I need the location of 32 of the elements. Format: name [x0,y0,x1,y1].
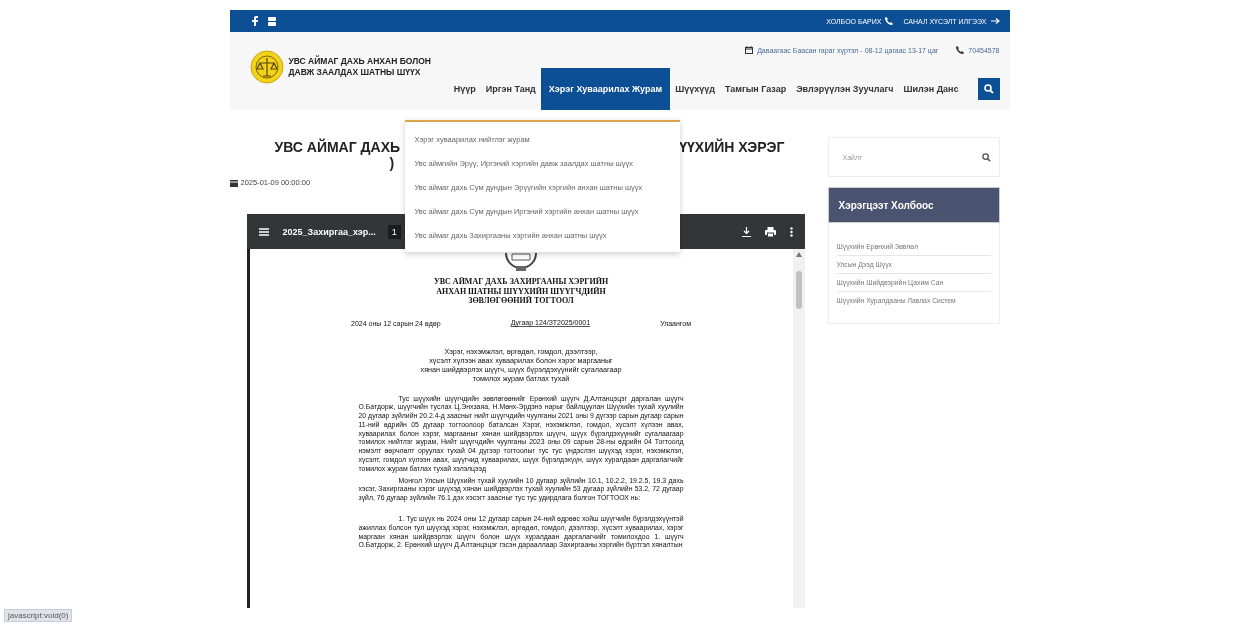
search-button[interactable] [977,78,1000,100]
article-title: ) [389,155,395,171]
article-title: ҮҮХИЙН ХЭРЭГ [679,139,785,155]
download-icon[interactable] [741,226,751,237]
phone-icon [956,46,965,54]
nav-item[interactable]: Шилэн Данс [898,68,964,110]
more-icon[interactable] [789,226,793,237]
page-number-field[interactable]: 1 [387,224,401,239]
phone-icon [885,17,894,25]
emblem-icon [505,253,537,271]
nav-item[interactable]: Нүүр [448,68,481,110]
menu-icon[interactable] [258,227,269,236]
scroll-up-arrow-icon[interactable] [795,252,802,257]
nav-item[interactable]: Хэрэг Хуваарилах Журам [540,68,671,110]
scrollbar-thumb[interactable] [795,271,802,309]
nav-item[interactable]: Иргэн Танд [480,68,541,110]
search-icon[interactable] [981,152,991,162]
print-icon[interactable] [764,226,776,237]
court-logo-icon[interactable] [249,50,284,84]
document-title: УВС АЙМАГ ДАХЬ ЗАХИРГААНЫ ХЭРГИЙН АНХАН ШАТНЫ ШҮҮХИЙН ШҮҮГЧДИЙН ЗӨВЛӨГӨӨНИЙ ТОГТООЛ [433,277,609,306]
site-name[interactable]: УВС АЙМАГ ДАХЬ АНХАН БОЛОН ДАВЖ ЗААЛДАХ ШАТНЫ ШҮҮХ [288,56,431,78]
search-icon [983,84,994,94]
facebook-icon[interactable] [251,16,258,26]
links-panel-title: Хэрэгцээт Холбоос [827,187,1000,223]
calendar-icon [229,178,238,187]
calendar-icon [745,46,754,54]
nav-item[interactable]: Шүүхүүд [670,68,720,110]
nav-item[interactable]: Тамгын Газар [719,68,792,110]
send-icon [990,18,1000,24]
nav-item[interactable]: Эвлэрүүлэн Зуучлагч [791,68,899,110]
file-name: 2025_Захиргаа_хэр... [282,226,376,237]
article-title: УВС АЙМАГ ДАХЬ [274,139,401,155]
